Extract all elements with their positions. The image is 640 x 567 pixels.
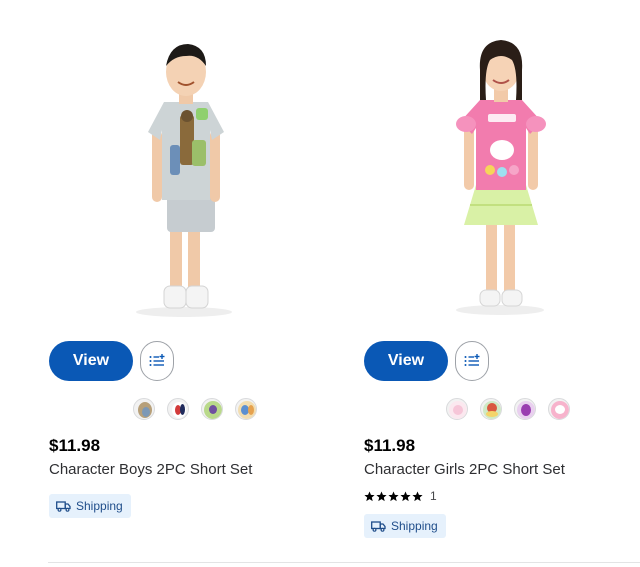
swatch-hello-kitty[interactable] bbox=[548, 398, 570, 420]
truck-icon bbox=[371, 520, 386, 532]
shipping-label: Shipping bbox=[76, 499, 123, 513]
shipping-label: Shipping bbox=[391, 519, 438, 533]
swatch-bluey[interactable] bbox=[235, 398, 257, 420]
star-icon bbox=[400, 490, 411, 501]
add-to-list-icon bbox=[149, 354, 165, 366]
product-image[interactable] bbox=[346, 20, 640, 330]
swatch-mickey[interactable] bbox=[167, 398, 189, 420]
star-icon bbox=[412, 490, 423, 501]
girl-outfit-photo bbox=[456, 40, 546, 315]
swatch-unicorn[interactable] bbox=[446, 398, 468, 420]
divider bbox=[48, 562, 640, 563]
add-to-list-button[interactable] bbox=[140, 341, 174, 381]
view-button[interactable]: View bbox=[49, 341, 133, 381]
shipping-badge: Shipping bbox=[364, 514, 446, 538]
swatch-buzz[interactable] bbox=[201, 398, 223, 420]
swatch-toy-story[interactable] bbox=[133, 398, 155, 420]
star-icon bbox=[364, 490, 375, 501]
view-button[interactable]: View bbox=[364, 341, 448, 381]
color-swatches bbox=[446, 398, 570, 420]
product-image[interactable] bbox=[30, 20, 330, 330]
add-to-list-icon bbox=[464, 354, 480, 366]
product-card: View bbox=[30, 0, 330, 560]
add-to-list-button[interactable] bbox=[455, 341, 489, 381]
swatch-jessie[interactable] bbox=[480, 398, 502, 420]
product-price: $11.98 bbox=[364, 436, 416, 455]
truck-icon bbox=[56, 500, 71, 512]
shipping-badge: Shipping bbox=[49, 494, 131, 518]
boy-outfit-photo bbox=[136, 44, 232, 317]
product-price: $11.98 bbox=[49, 436, 101, 455]
color-swatches bbox=[133, 398, 257, 420]
product-grid: View $11.98 Character Boys 2PC Short Set… bbox=[0, 0, 640, 567]
star-icon bbox=[388, 490, 399, 501]
star-icon bbox=[376, 490, 387, 501]
product-card: View bbox=[346, 0, 640, 560]
product-title[interactable]: Character Boys 2PC Short Set bbox=[49, 461, 252, 478]
star-rating[interactable]: 1 bbox=[364, 489, 437, 503]
review-count: 1 bbox=[430, 489, 437, 503]
swatch-minnie[interactable] bbox=[514, 398, 536, 420]
product-title[interactable]: Character Girls 2PC Short Set bbox=[364, 461, 565, 478]
